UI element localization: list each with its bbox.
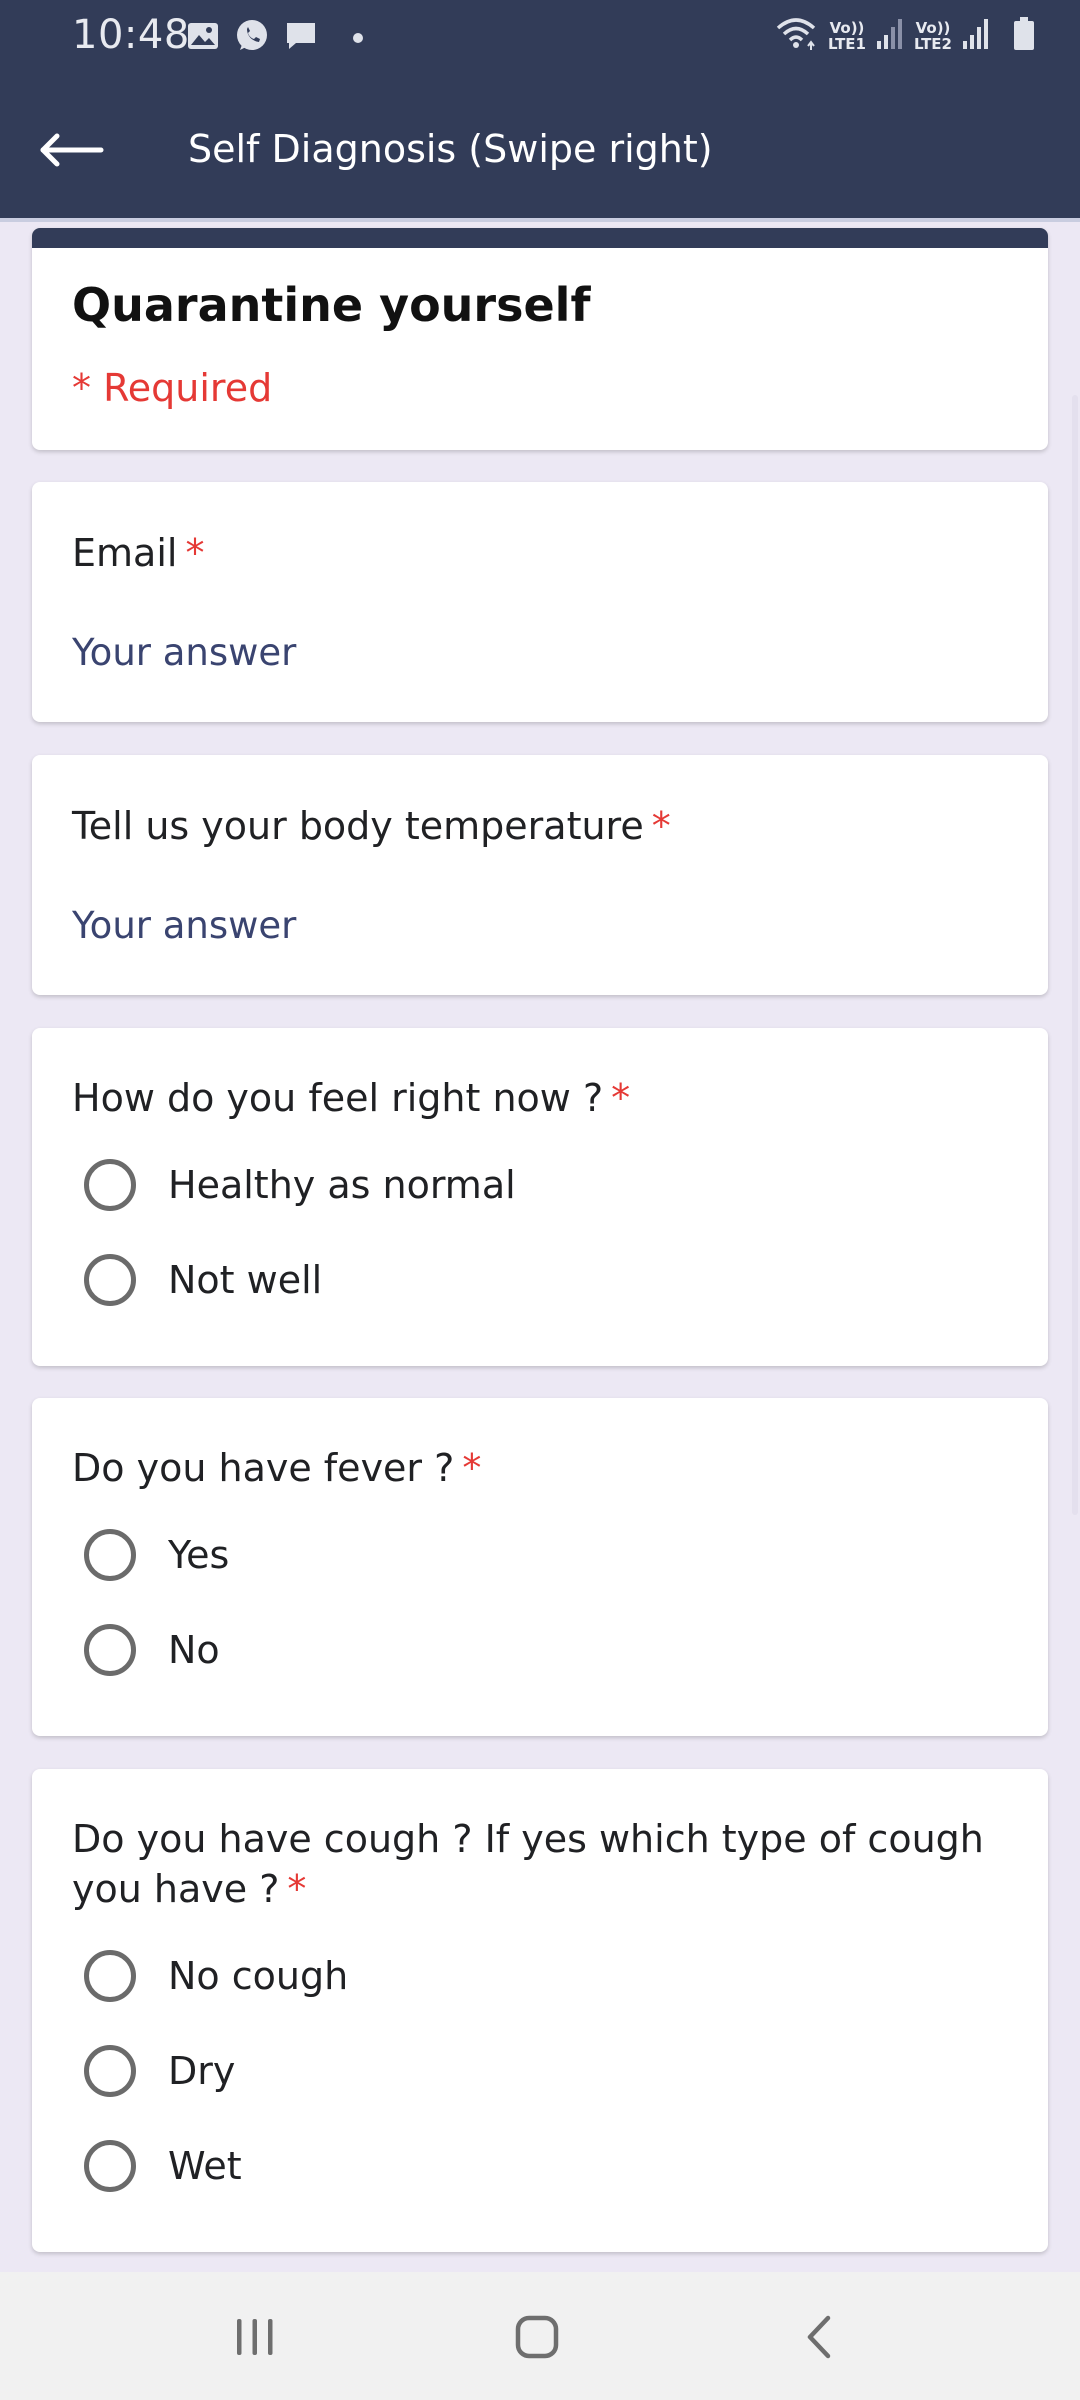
radio-option[interactable]: Not well [84, 1245, 322, 1315]
option-label: No cough [168, 1954, 349, 1998]
question-label: How do you feel right now ? * [72, 1076, 631, 1120]
scrollbar[interactable] [1072, 395, 1078, 1515]
back-button[interactable] [32, 115, 112, 185]
radio-option[interactable]: Healthy as normal [84, 1150, 516, 1220]
radio-option[interactable]: Yes [84, 1520, 229, 1590]
option-label: Yes [168, 1533, 230, 1577]
radio-option[interactable]: No [84, 1615, 220, 1685]
lte2-label: Vo)) LTE2 [914, 19, 952, 53]
temperature-field[interactable] [72, 895, 972, 955]
required-star: * [611, 1076, 631, 1120]
question-label: Do you have fever ? * [72, 1446, 482, 1490]
question-card-cough: Do you have cough ? If yes which type of… [32, 1769, 1048, 2252]
radio-button[interactable] [84, 2140, 136, 2192]
arrow-left-icon [40, 133, 104, 167]
app-title: Self Diagnosis (Swipe right) [188, 127, 713, 171]
wifi-icon [774, 16, 818, 56]
back-nav-button[interactable] [774, 2302, 864, 2372]
lte1-label: Vo)) LTE1 [828, 19, 866, 53]
message-icon [284, 19, 318, 57]
header: 10:48 Vo)) LTE1 Vo)) LTE2 Self Diagnosis… [0, 0, 1080, 222]
required-note: * Required [72, 366, 273, 410]
gallery-icon [186, 19, 220, 57]
home-icon [515, 2315, 559, 2359]
card-accent-bar [32, 228, 1048, 248]
required-star: * [185, 531, 205, 575]
option-label: Healthy as normal [168, 1163, 516, 1207]
radio-button[interactable] [84, 1950, 136, 2002]
question-card-fever: Do you have fever ? * Yes No [32, 1398, 1048, 1736]
radio-button[interactable] [84, 2045, 136, 2097]
question-card-email: Email * [32, 482, 1048, 722]
app-bar: Self Diagnosis (Swipe right) [0, 75, 1080, 222]
header-divider [0, 218, 1080, 222]
radio-option[interactable]: Wet [84, 2131, 242, 2201]
battery-icon [1012, 16, 1036, 56]
radio-button[interactable] [84, 1254, 136, 1306]
question-label: Do you have cough ? If yes which type of… [72, 1817, 984, 1911]
notification-icons [186, 18, 364, 58]
back-icon [807, 2315, 831, 2359]
signal-icon [962, 17, 990, 55]
option-label: Dry [168, 2049, 236, 2093]
email-field[interactable] [72, 622, 972, 682]
whatsapp-icon [234, 18, 270, 58]
option-label: No [168, 1628, 220, 1672]
recent-apps-button[interactable] [210, 2302, 300, 2372]
system-icons: Vo)) LTE1 Vo)) LTE2 [774, 14, 1036, 58]
question-label: Email * [72, 531, 205, 575]
radio-option[interactable]: No cough [84, 1941, 348, 2011]
question-card-temperature: Tell us your body temperature * [32, 755, 1048, 995]
radio-button[interactable] [84, 1159, 136, 1211]
option-label: Not well [168, 1258, 323, 1302]
required-star: * [287, 1867, 307, 1911]
form-title-card: Quarantine yourself * Required [32, 228, 1048, 450]
question-card-feeling: How do you feel right now ? * Healthy as … [32, 1028, 1048, 1366]
radio-button[interactable] [84, 1529, 136, 1581]
form-title: Quarantine yourself [72, 278, 591, 332]
question-label: Tell us your body temperature * [72, 804, 671, 848]
navigation-bar [0, 2272, 1080, 2400]
radio-button[interactable] [84, 1624, 136, 1676]
status-bar: 10:48 Vo)) LTE1 Vo)) LTE2 [0, 0, 1080, 75]
required-star: * [651, 804, 671, 848]
required-star: * [462, 1446, 482, 1490]
radio-option[interactable]: Dry [84, 2036, 235, 2106]
recent-apps-icon [237, 2319, 273, 2355]
signal-icon [876, 17, 904, 55]
home-button[interactable] [492, 2302, 582, 2372]
dot-icon [352, 29, 364, 48]
status-time: 10:48 [72, 12, 190, 58]
option-label: Wet [168, 2144, 242, 2188]
